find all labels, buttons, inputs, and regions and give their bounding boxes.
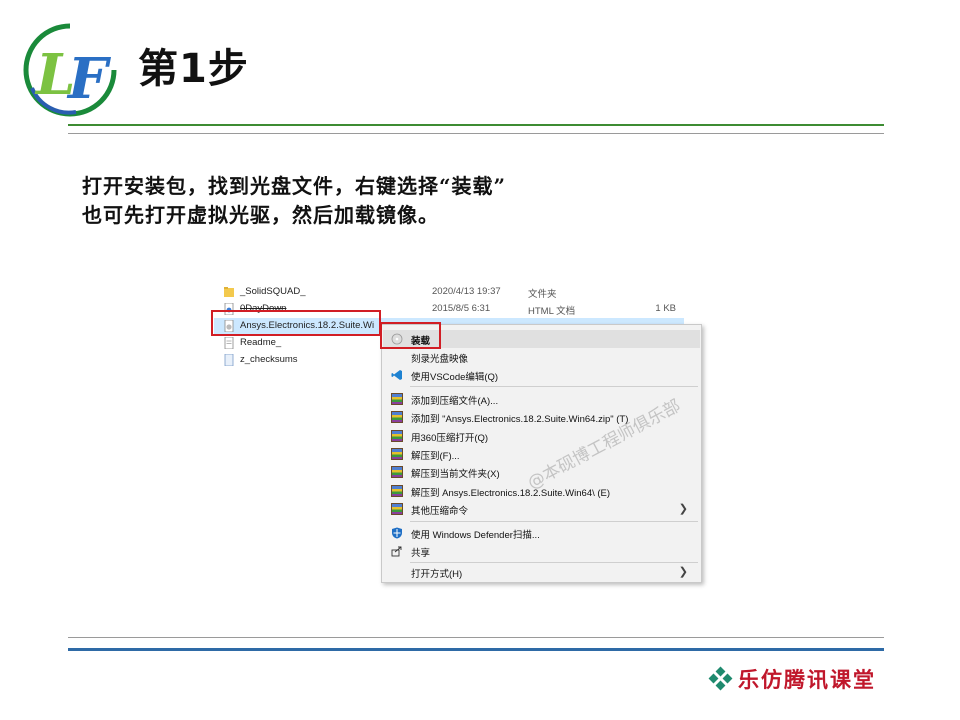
file-size: 1 KB — [655, 303, 676, 314]
menu-item-defender-scan[interactable]: 使用 Windows Defender扫描... — [383, 524, 700, 542]
context-menu: 装载 刻录光盘映像 使用VSCode编辑(Q) 添加到压缩文件(A)... 添加… — [381, 324, 702, 583]
checksum-file-icon — [224, 354, 234, 366]
file-row[interactable]: _SolidSQUAD_ 2020/4/13 19:37 文件夹 — [214, 284, 684, 300]
winrar-icon — [391, 503, 403, 515]
menu-separator — [410, 386, 698, 387]
menu-item-open-with[interactable]: 打开方式(H) ❯ — [383, 563, 700, 581]
folder-icon — [224, 287, 234, 297]
vscode-icon — [391, 370, 402, 380]
chevron-right-icon: ❯ — [678, 566, 688, 578]
footer-divider — [68, 648, 884, 651]
defender-shield-icon — [392, 527, 402, 539]
menu-item-label: 刻录光盘映像 — [411, 354, 469, 365]
chevron-right-icon: ❯ — [678, 503, 688, 515]
menu-item-more-compress[interactable]: 其他压缩命令 ❯ — [383, 500, 700, 518]
winrar-icon — [391, 411, 403, 423]
instruction-line-1: 打开安装包，找到光盘文件，右键选择“装载” — [82, 174, 507, 198]
title-divider-thin — [68, 133, 884, 134]
highlight-box-file — [211, 310, 381, 336]
menu-item-label: 解压到 Ansys.Electronics.18.2.Suite.Win64\ … — [411, 488, 611, 499]
title-divider — [68, 124, 884, 126]
share-icon — [391, 546, 402, 557]
file-type: HTML 文档 — [528, 306, 576, 317]
menu-item-label: 添加到 "Ansys.Electronics.18.2.Suite.Win64.… — [411, 414, 629, 425]
footer-brand: 乐仿腾讯课堂 — [708, 664, 876, 694]
menu-item-label: 解压到当前文件夹(X) — [411, 469, 500, 480]
menu-item-burn-disc-image[interactable]: 刻录光盘映像 — [383, 348, 700, 366]
menu-item-label: 使用 Windows Defender扫描... — [411, 530, 540, 541]
svg-text:F: F — [66, 46, 112, 112]
menu-item-label: 解压到(F)... — [411, 451, 460, 462]
diamond-cluster-icon — [708, 666, 733, 691]
menu-item-label: 使用VSCode编辑(Q) — [411, 372, 499, 383]
menu-item-vscode[interactable]: 使用VSCode编辑(Q) — [383, 366, 700, 384]
winrar-icon — [391, 393, 403, 405]
file-name: z_checksums — [240, 354, 298, 365]
menu-item-label: 打开方式(H) — [411, 569, 463, 580]
text-file-icon — [224, 337, 234, 349]
menu-item-label: 用360压缩打开(Q) — [411, 433, 489, 444]
winrar-icon — [391, 485, 403, 497]
brand-name: 乐仿腾讯课堂 — [738, 667, 876, 692]
winrar-icon — [391, 448, 403, 460]
footer-divider-thin — [68, 637, 884, 638]
menu-separator — [410, 521, 698, 522]
file-date: 2020/4/13 19:37 — [432, 286, 501, 297]
highlight-box-mount — [380, 322, 441, 349]
instruction-line-2: 也可先打开虚拟光驱，然后加载镜像。 — [82, 203, 439, 227]
file-type: 文件夹 — [528, 289, 557, 300]
menu-item-share[interactable]: 共享 — [383, 542, 700, 560]
slide-title: 第1步 — [138, 46, 249, 92]
winrar-icon — [391, 430, 403, 442]
winrar-icon — [391, 466, 403, 478]
file-date: 2015/8/5 6:31 — [432, 303, 491, 314]
menu-item-label: 其他压缩命令 — [411, 506, 469, 517]
menu-item-label: 共享 — [411, 548, 431, 559]
menu-item-label: 添加到压缩文件(A)... — [411, 396, 499, 407]
file-name: Readme_ — [240, 337, 282, 348]
lf-logo: L F — [23, 23, 117, 117]
file-name: _SolidSQUAD_ — [240, 286, 306, 297]
